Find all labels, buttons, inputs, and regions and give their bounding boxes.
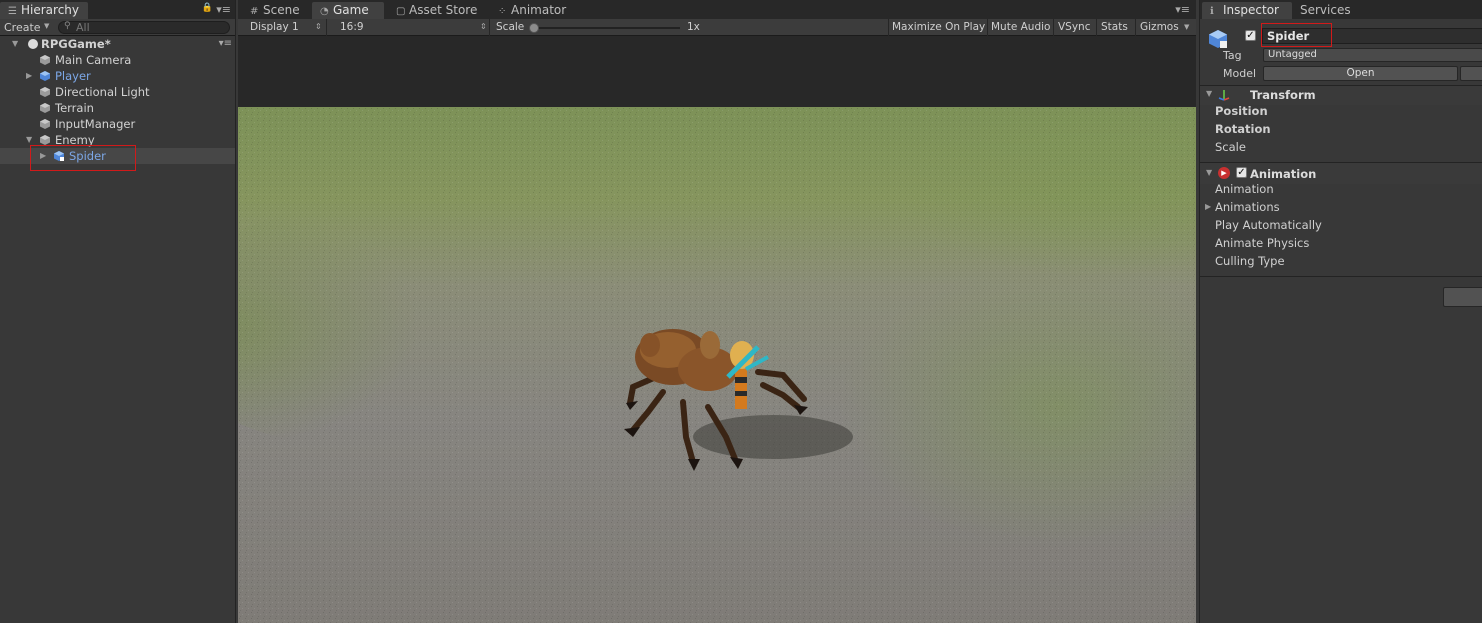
list-icon: ☰: [8, 6, 17, 17]
animation-play-icon: ▶: [1218, 167, 1230, 179]
toolbar-separator: [1135, 19, 1136, 36]
animation-field-row[interactable]: Animation: [1200, 180, 1482, 198]
gameobject-cube-icon: [40, 119, 50, 129]
toolbar-separator: [888, 19, 889, 36]
tab-services[interactable]: Services: [1292, 2, 1359, 19]
search-icon: ⚲: [64, 21, 71, 31]
hierarchy-panel: ☰ Hierarchy 🔒 ▾≡ Create ▼ ⚲ All ▼ RPGGame…: [0, 0, 236, 623]
unity-scene-icon: [28, 39, 38, 49]
tab-inspector[interactable]: ℹ Inspector: [1202, 2, 1292, 19]
scene-root[interactable]: ▼ RPGGame* ▾≡: [0, 36, 235, 52]
expand-arrow-icon[interactable]: ▼: [26, 132, 32, 148]
tag-dropdown[interactable]: Untagged: [1263, 48, 1482, 62]
transform-icon: [1218, 90, 1230, 101]
play-automatically-row[interactable]: Play Automatically: [1200, 216, 1482, 234]
scale-slider-track[interactable]: [530, 27, 680, 29]
stats-toggle[interactable]: Stats: [1101, 21, 1128, 33]
maximize-on-play-toggle[interactable]: Maximize On Play: [892, 21, 985, 33]
name-field[interactable]: Spider: [1262, 28, 1482, 44]
pacman-icon: ◔: [320, 6, 329, 17]
gizmos-dropdown[interactable]: Gizmos: [1140, 21, 1179, 33]
toolbar-separator: [1053, 19, 1054, 36]
tag-label: Tag: [1223, 49, 1242, 62]
expand-arrow-icon[interactable]: ▼: [12, 36, 18, 52]
add-component-button[interactable]: [1443, 287, 1482, 307]
expand-arrow-icon[interactable]: ▶: [1205, 198, 1211, 216]
hierarchy-item-spider[interactable]: ▶ Spider: [0, 148, 235, 164]
chevron-updown-icon: ⇕: [480, 22, 487, 31]
create-dropdown[interactable]: Create: [4, 21, 41, 34]
display-dropdown[interactable]: Display 1: [250, 21, 299, 33]
animation-enabled-checkbox[interactable]: ✓: [1236, 167, 1247, 178]
prefab-cube-icon: [54, 151, 64, 161]
expand-arrow-icon[interactable]: ▶: [26, 68, 32, 84]
scene-menu-icon[interactable]: ▾≡: [219, 36, 232, 52]
mute-audio-toggle[interactable]: Mute Audio: [991, 21, 1050, 33]
chevron-down-icon: ▼: [1184, 23, 1190, 31]
toolbar-separator: [987, 19, 988, 36]
bag-icon: ▢: [396, 6, 406, 17]
hierarchy-item-terrain[interactable]: Terrain: [0, 100, 235, 116]
search-input[interactable]: ⚲ All: [58, 21, 230, 34]
animator-icon: ⁘: [498, 6, 507, 17]
game-viewport[interactable]: [238, 107, 1196, 623]
info-icon: ℹ: [1210, 6, 1214, 17]
lock-icon[interactable]: 🔒: [202, 3, 213, 13]
gameobject-cube-icon: [40, 135, 50, 145]
game-toolbar: Display 1 ⇕ 16:9 ⇕ Scale 1x Maximize On …: [238, 19, 1196, 36]
hierarchy-item-main-camera[interactable]: Main Camera: [0, 52, 235, 68]
scale-label: Scale: [496, 21, 525, 33]
collapse-arrow-icon[interactable]: ▼: [1206, 89, 1212, 98]
animations-field-row[interactable]: ▶ Animations: [1200, 198, 1482, 216]
transform-position-row[interactable]: Position: [1200, 102, 1482, 120]
hierarchy-item-directional-light[interactable]: Directional Light: [0, 84, 235, 100]
game-render: [238, 107, 1196, 623]
hierarchy-item-enemy[interactable]: ▼ Enemy: [0, 132, 235, 148]
chevron-updown-icon: ⇕: [315, 22, 322, 31]
inspector-panel: ℹ Inspector Services ✓ Spider Tag Untagge…: [1199, 0, 1482, 623]
panel-menu-icon[interactable]: ▾≡: [216, 3, 231, 16]
grid-icon: #: [250, 6, 259, 17]
model-select-button[interactable]: [1460, 66, 1482, 81]
vsync-toggle[interactable]: VSync: [1058, 21, 1091, 33]
panel-menu-icon[interactable]: ▾≡: [1175, 3, 1190, 16]
scale-slider-handle[interactable]: [529, 23, 539, 33]
culling-type-row[interactable]: Culling Type: [1200, 252, 1482, 270]
aspect-dropdown[interactable]: 16:9: [340, 21, 364, 33]
prefab-cube-icon: [1209, 30, 1227, 48]
gameobject-cube-icon: [40, 103, 50, 113]
game-panel: # Scene ◔ Game ▢ Asset Store ⁘ Animator ▾≡ D…: [238, 0, 1196, 623]
hierarchy-tabbar: ☰ Hierarchy 🔒 ▾≡: [0, 0, 235, 19]
animate-physics-row[interactable]: Animate Physics: [1200, 234, 1482, 252]
toolbar-separator: [1096, 19, 1097, 36]
transform-rotation-row[interactable]: Rotation: [1200, 120, 1482, 138]
expand-arrow-icon[interactable]: ▶: [40, 148, 46, 164]
tab-scene[interactable]: # Scene: [242, 2, 308, 19]
chevron-down-icon: ▼: [44, 22, 50, 30]
tab-animator[interactable]: ⁘ Animator: [490, 2, 574, 19]
scale-value: 1x: [687, 21, 700, 33]
tab-game[interactable]: ◔ Game: [312, 2, 384, 19]
divider: [1200, 276, 1482, 277]
active-checkbox[interactable]: ✓: [1245, 30, 1256, 41]
transform-scale-row[interactable]: Scale: [1200, 138, 1482, 156]
collapse-arrow-icon[interactable]: ▼: [1206, 168, 1212, 177]
center-tabbar: # Scene ◔ Game ▢ Asset Store ⁘ Animator ▾≡: [238, 0, 1196, 19]
tab-asset-store[interactable]: ▢ Asset Store: [388, 2, 485, 19]
toolbar-separator: [489, 19, 490, 36]
hierarchy-toolbar: Create ▼ ⚲ All: [0, 19, 235, 36]
prefab-cube-icon: [40, 71, 50, 81]
open-model-button[interactable]: Open: [1263, 66, 1458, 81]
hierarchy-item-inputmanager[interactable]: InputManager: [0, 116, 235, 132]
model-label: Model: [1223, 67, 1257, 80]
tab-hierarchy[interactable]: ☰ Hierarchy: [0, 2, 88, 19]
toolbar-separator: [326, 19, 327, 36]
hierarchy-item-player[interactable]: ▶ Player: [0, 68, 235, 84]
inspector-tabbar: ℹ Inspector Services: [1200, 0, 1482, 19]
gameobject-cube-icon: [40, 87, 50, 97]
gameobject-cube-icon: [40, 55, 50, 65]
